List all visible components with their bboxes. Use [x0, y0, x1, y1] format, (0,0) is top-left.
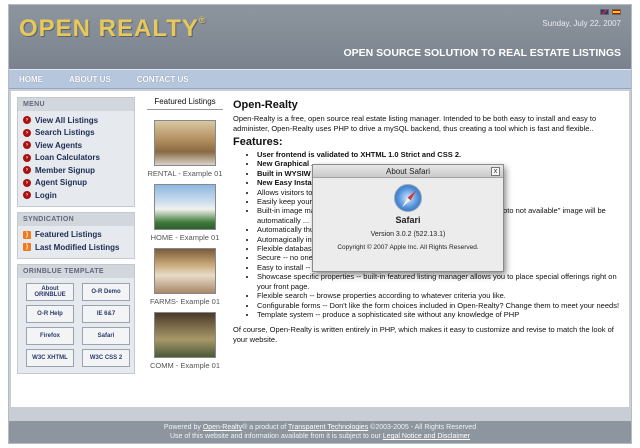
syndication-box: SYNDICATION ) Featured Listings ) Last Mod…	[17, 211, 135, 259]
listing-photo[interactable]	[154, 312, 216, 358]
list-item: User frontend is validated to XHTML 1.0 …	[257, 150, 625, 159]
safari-badge[interactable]: Safari	[82, 326, 130, 345]
open-realty-link[interactable]: Open-Realty	[203, 424, 242, 431]
w3c-css-badge[interactable]: W3C CSS 2	[82, 348, 130, 367]
dialog-app-name: Safari	[395, 215, 421, 225]
or-help-badge[interactable]: O-R Help	[26, 304, 74, 323]
listing-item[interactable]: RENTAL - Example 01	[147, 120, 223, 178]
rss-icon: )	[23, 230, 31, 239]
page-title: Open-Realty	[233, 99, 298, 111]
features-heading: Features:	[233, 136, 283, 148]
footer-line-2: Use of this website and information avai…	[170, 433, 470, 440]
listing-photo[interactable]	[154, 120, 216, 166]
language-flags	[600, 9, 621, 15]
site-footer: Powered by Open-Realty® a product of Tra…	[9, 421, 631, 443]
legal-notice-link[interactable]: Legal Notice and Disclaimer	[383, 433, 470, 440]
nav-home[interactable]: HOME	[19, 75, 43, 84]
arrow-icon: ›	[23, 166, 31, 175]
feed-last-modified-listings[interactable]: ) Last Modified Listings	[23, 241, 129, 254]
footer-line-1: Powered by Open-Realty® a product of Tra…	[163, 424, 477, 431]
dialog-title: About Safari	[385, 167, 431, 176]
arrow-icon: ›	[23, 128, 31, 137]
top-nav: HOME ABOUT US CONTACT US	[9, 69, 631, 89]
w3c-xhtml-badge[interactable]: W3C XHTML	[26, 348, 74, 367]
listing-item[interactable]: HOME - Example 01	[147, 184, 223, 242]
menu-item-view-agents[interactable]: › View Agents	[23, 139, 129, 152]
footer-spacer	[9, 407, 631, 421]
listing-photo[interactable]	[154, 248, 216, 294]
menu-box: MENU › View All Listings › Search Listings…	[17, 97, 135, 207]
transparent-technologies-link[interactable]: Transparent Technologies	[288, 424, 368, 431]
or-demo-badge[interactable]: O-R Demo	[82, 282, 130, 301]
site-logo[interactable]: OPEN REALTY®	[19, 15, 207, 43]
listing-caption: FARMS- Example 01	[149, 297, 221, 306]
dialog-titlebar[interactable]: About Safari x	[313, 165, 503, 178]
syndication-title: SYNDICATION	[18, 212, 134, 226]
featured-title: Featured Listings	[147, 97, 223, 110]
list-item: Configurable forms -- Don't like the for…	[257, 301, 625, 310]
header-date: Sunday, July 22, 2007	[542, 19, 621, 28]
nav-contact-us[interactable]: CONTACT US	[137, 75, 189, 84]
about-orinblue-badge[interactable]: About ORINBLUE	[26, 282, 74, 301]
featured-listings: Featured Listings RENTAL - Example 01 HO…	[147, 97, 223, 376]
site-tagline: OPEN SOURCE SOLUTION TO REAL ESTATE LIST…	[343, 47, 622, 59]
uk-flag-icon[interactable]	[600, 9, 609, 15]
dialog-copyright: Copyright © 2007 Apple Inc. All Rights R…	[337, 244, 479, 251]
listing-item[interactable]: FARMS- Example 01	[147, 248, 223, 306]
listing-caption: COMM - Example 01	[149, 361, 221, 370]
menu-item-search-listings[interactable]: › Search Listings	[23, 127, 129, 140]
menu-item-loan-calculators[interactable]: › Loan Calculators	[23, 152, 129, 165]
listing-caption: HOME - Example 01	[150, 233, 220, 242]
sidebar: MENU › View All Listings › Search Listings…	[17, 97, 135, 379]
safari-compass-icon	[394, 184, 422, 212]
menu-title: MENU	[18, 98, 134, 111]
close-icon[interactable]: x	[491, 167, 500, 176]
menu-item-agent-signup[interactable]: › Agent Signup	[23, 177, 129, 190]
arrow-icon: ›	[23, 153, 31, 162]
arrow-icon: ›	[23, 141, 31, 150]
arrow-icon: ›	[23, 178, 31, 187]
about-safari-dialog[interactable]: About Safari x Safari Version 3.0.2 (522…	[312, 164, 504, 272]
list-item: Template system -- produce a sophisticat…	[257, 310, 625, 319]
feed-featured-listings[interactable]: ) Featured Listings	[23, 229, 129, 242]
menu-item-member-signup[interactable]: › Member Signup	[23, 164, 129, 177]
template-title: ORINBLUE TEMPLATE	[18, 264, 134, 278]
arrow-icon: ›	[23, 191, 31, 200]
logo-text: OPEN REALTY	[19, 15, 199, 42]
ie-badge[interactable]: IE 6&7	[82, 304, 130, 323]
listing-item[interactable]: COMM - Example 01	[147, 312, 223, 370]
rss-icon: )	[23, 243, 31, 252]
listing-caption: RENTAL - Example 01	[147, 169, 223, 178]
nav-about-us[interactable]: ABOUT US	[69, 75, 111, 84]
arrow-icon: ›	[23, 116, 31, 125]
menu-item-login[interactable]: › Login	[23, 189, 129, 202]
list-item: Showcase specific properties -- built-in…	[257, 272, 625, 291]
listing-photo[interactable]	[154, 184, 216, 230]
template-box: ORINBLUE TEMPLATE About ORINBLUE O-R Dem…	[17, 263, 135, 374]
logo-registered-mark: ®	[198, 15, 207, 25]
firefox-badge[interactable]: Firefox	[26, 326, 74, 345]
outro-paragraph: Of course, Open-Realty is written entire…	[233, 325, 614, 344]
intro-paragraph: Open-Realty is a free, open source real …	[233, 114, 597, 133]
dialog-version: Version 3.0.2 (522.13.1)	[370, 231, 446, 238]
menu-item-view-all-listings[interactable]: › View All Listings	[23, 114, 129, 127]
spain-flag-icon[interactable]	[612, 9, 621, 15]
list-item: Flexible search -- browse properties acc…	[257, 291, 625, 300]
site-header: OPEN REALTY® Sunday, July 22, 2007 OPEN …	[9, 5, 631, 69]
